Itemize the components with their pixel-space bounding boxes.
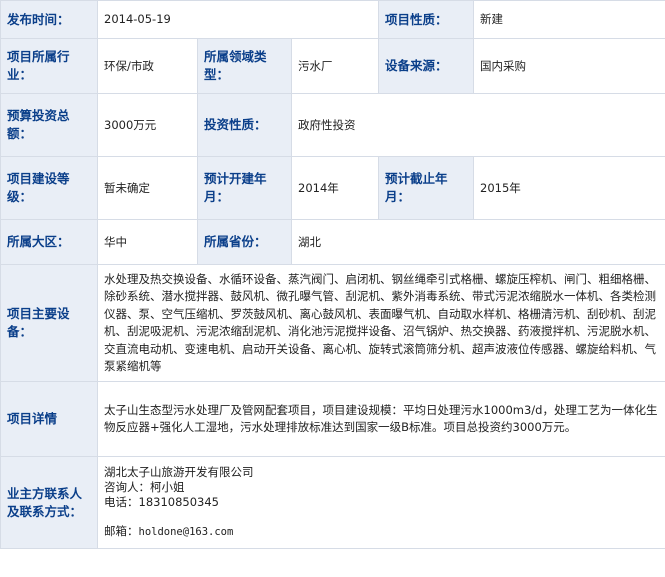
industry-value: 环保/市政	[97, 38, 198, 94]
region-label: 所属大区：	[0, 219, 98, 265]
planned-start-value: 2014年	[290, 156, 380, 220]
contact-company: 湖北太子山旅游开发有限公司	[104, 465, 254, 479]
construction-level-value: 暂未确定	[97, 156, 198, 220]
contact-email[interactable]: holdone@163.com	[139, 526, 234, 538]
row-main-equipment: 项目主要设备： 水处理及热交换设备、水循环设备、蒸汽阀门、启闭机、钢丝绳牵引式格…	[0, 264, 665, 382]
region-value: 华中	[97, 219, 198, 265]
row-publish-time: 发布时间： 2014-05-19 项目性质： 新建	[0, 0, 665, 39]
planned-end-value: 2015年	[473, 156, 665, 220]
row-construction: 项目建设等级： 暂未确定 预计开建年月： 2014年 预计截止年月： 2015年	[0, 156, 665, 220]
equipment-source-value: 国内采购	[473, 38, 665, 94]
project-nature-label: 项目性质：	[378, 0, 475, 39]
contact-value: 湖北太子山旅游开发有限公司 咨询人：柯小姐 电话：18310850345 邮箱：…	[96, 456, 665, 549]
contact-label: 业主方联系人及联系方式：	[0, 456, 98, 549]
row-project-detail: 项目详情 太子山生态型污水处理厂及管网配套项目，项目建设规模：平均日处理污水10…	[0, 381, 665, 457]
planned-start-label: 预计开建年月：	[197, 156, 292, 220]
row-industry: 项目所属行业： 环保/市政 所属领域类型： 污水厂 设备来源： 国内采购	[0, 38, 665, 94]
construction-level-label: 项目建设等级：	[0, 156, 98, 220]
row-budget: 预算投资总额： 3000万元 投资性质： 政府性投资	[0, 93, 665, 157]
province-label: 所属省份：	[197, 219, 292, 265]
domain-type-label: 所属领域类型：	[197, 38, 292, 94]
contact-person: 咨询人：柯小姐	[104, 480, 185, 494]
project-nature-value: 新建	[473, 0, 665, 39]
budget-label: 预算投资总额：	[0, 93, 98, 157]
project-info-table: 发布时间： 2014-05-19 项目性质： 新建 项目所属行业： 环保/市政 …	[0, 0, 665, 549]
contact-email-label: 邮箱：	[104, 524, 139, 538]
contact-phone: 电话：18310850345	[104, 495, 219, 509]
main-equipment-value: 水处理及热交换设备、水循环设备、蒸汽阀门、启闭机、钢丝绳牵引式格栅、螺旋压榨机、…	[96, 264, 665, 382]
investment-nature-label: 投资性质：	[197, 93, 292, 157]
equipment-source-label: 设备来源：	[378, 38, 475, 94]
publish-time-value: 2014-05-19	[96, 0, 380, 39]
project-detail-label: 项目详情	[0, 381, 98, 457]
publish-time-label: 发布时间：	[0, 0, 98, 39]
province-value: 湖北	[290, 219, 665, 265]
industry-label: 项目所属行业：	[0, 38, 98, 94]
row-region: 所属大区： 华中 所属省份： 湖北	[0, 219, 665, 265]
planned-end-label: 预计截止年月：	[378, 156, 475, 220]
budget-value: 3000万元	[97, 93, 198, 157]
row-contact: 业主方联系人及联系方式： 湖北太子山旅游开发有限公司 咨询人：柯小姐 电话：18…	[0, 456, 665, 549]
main-equipment-label: 项目主要设备：	[0, 264, 98, 382]
contact-email-line: 邮箱：holdone@163.com	[104, 524, 659, 540]
domain-type-value: 污水厂	[290, 38, 380, 94]
project-detail-value: 太子山生态型污水处理厂及管网配套项目，项目建设规模：平均日处理污水1000m3/…	[96, 381, 665, 457]
investment-nature-value: 政府性投资	[290, 93, 665, 157]
